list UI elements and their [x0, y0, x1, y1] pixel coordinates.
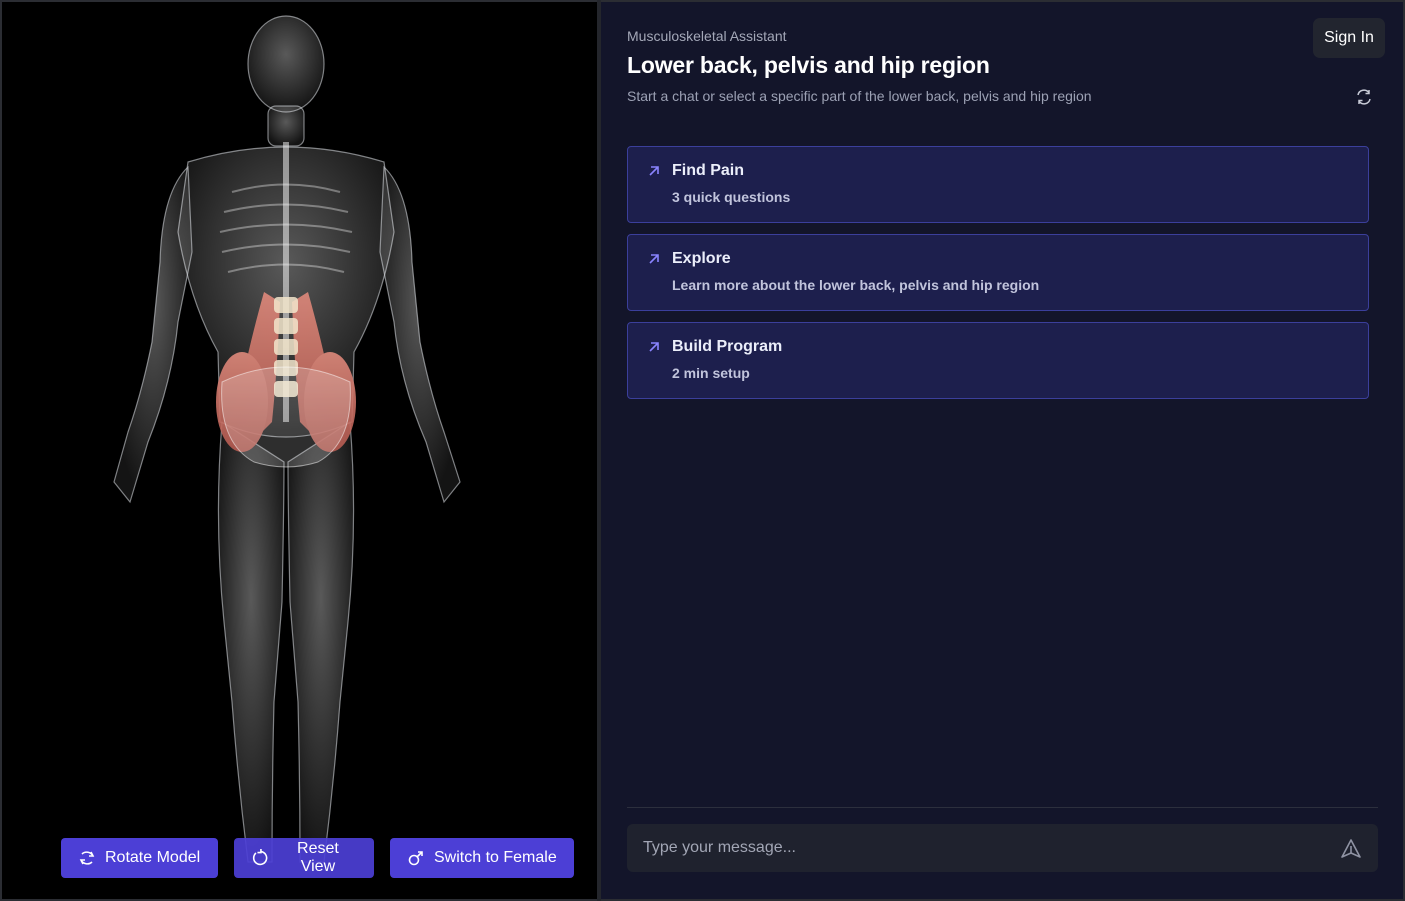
page-title: Lower back, pelvis and hip region — [627, 52, 990, 78]
reset-icon — [252, 849, 268, 866]
message-input[interactable] — [627, 824, 1317, 872]
switch-gender-label: Switch to Female — [434, 849, 557, 866]
card-build-program[interactable]: Build Program 2 min setup — [627, 322, 1369, 399]
card-title: Build Program — [672, 338, 783, 355]
card-find-pain[interactable]: Find Pain 3 quick questions — [627, 146, 1369, 223]
arrow-up-left-icon — [649, 254, 659, 264]
assistant-panel: Musculoskeletal Assistant Lower back, pe… — [601, 2, 1403, 899]
rotate-icon — [79, 851, 95, 865]
page-description: Start a chat or select a specific part o… — [627, 88, 1092, 104]
message-composer — [627, 824, 1378, 872]
reset-view-button[interactable]: Reset View — [234, 838, 374, 878]
refresh-icon[interactable] — [1355, 88, 1373, 106]
rotate-model-button[interactable]: Rotate Model — [61, 838, 218, 878]
card-title: Find Pain — [672, 162, 744, 179]
sign-in-button[interactable]: Sign In — [1313, 18, 1385, 58]
send-icon[interactable] — [1340, 838, 1362, 860]
card-subtitle: 3 quick questions — [672, 189, 791, 205]
app-name: Musculoskeletal Assistant — [627, 28, 787, 44]
card-title: Explore — [672, 250, 731, 267]
male-symbol-icon — [408, 851, 423, 866]
switch-gender-button[interactable]: Switch to Female — [390, 838, 574, 878]
model-viewer[interactable]: Rotate Model Reset View Switch to Female — [2, 2, 598, 899]
reset-view-label: Reset View — [297, 840, 339, 875]
composer-separator — [627, 807, 1378, 808]
anatomy-model[interactable] — [2, 2, 598, 899]
card-subtitle: 2 min setup — [672, 365, 750, 381]
arrow-up-left-icon — [649, 342, 659, 352]
rotate-model-label: Rotate Model — [105, 849, 201, 866]
card-explore[interactable]: Explore Learn more about the lower back,… — [627, 234, 1369, 311]
card-subtitle: Learn more about the lower back, pelvis … — [672, 277, 1040, 293]
arrow-up-left-icon — [649, 166, 659, 176]
